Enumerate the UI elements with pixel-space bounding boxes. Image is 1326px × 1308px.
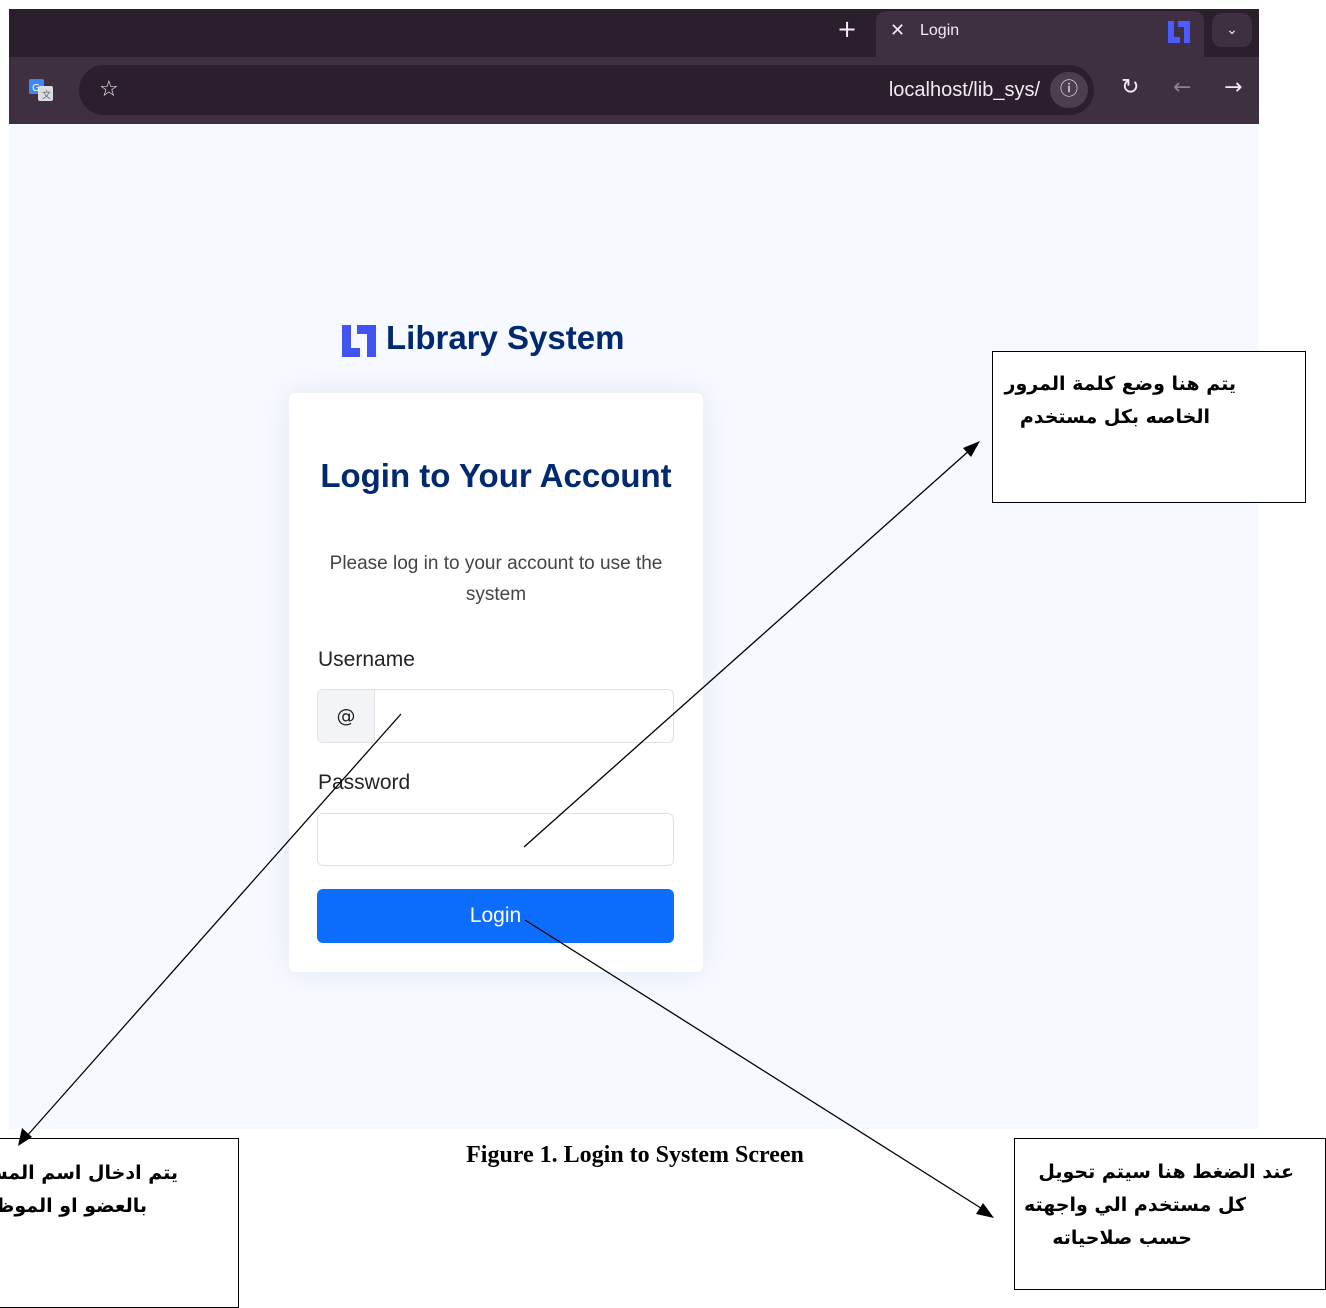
username-note-line-2: بالعضو او الموظ <box>0 1195 147 1217</box>
svg-text:文: 文 <box>42 89 51 101</box>
password-note-line-1: يتم هنا وضع كلمة المرور <box>1004 373 1236 395</box>
reload-icon[interactable]: ↻ <box>1121 73 1139 103</box>
back-arrow-icon[interactable]: ← <box>1173 73 1191 103</box>
svg-text:G: G <box>32 83 40 94</box>
password-note-line-2: الخاصه بكل مستخدم <box>1019 406 1210 428</box>
address-bar[interactable]: ☆ localhost/lib_sys/ ⓘ <box>79 65 1094 115</box>
username-label: Username <box>318 648 415 671</box>
login-note-line-1: عند الضغط هنا سيتم تحويل <box>1038 1161 1294 1183</box>
password-input[interactable] <box>317 813 674 866</box>
login-note-line-3: حسب صلاحياته <box>1052 1227 1192 1249</box>
library-logo-icon <box>342 325 376 357</box>
tab-bar: + ✕ Login ⌄ <box>9 9 1259 57</box>
tab-login[interactable]: ✕ Login <box>876 11 1204 57</box>
url-text[interactable]: localhost/lib_sys/ <box>889 77 1040 103</box>
library-favicon-icon <box>1168 21 1190 43</box>
info-icon[interactable]: ⓘ <box>1050 72 1088 108</box>
login-arrowhead <box>976 1203 994 1218</box>
new-tab-button[interactable]: + <box>835 15 859 43</box>
page-title: Login to Your Account <box>320 457 672 494</box>
tab-title: Login <box>920 22 960 39</box>
username-note-line-1: يتم ادخال اسم المس <box>0 1162 178 1184</box>
username-input-group: @ <box>317 689 674 743</box>
logo-text: Library System <box>386 319 625 356</box>
username-input[interactable] <box>375 690 671 742</box>
close-tab-icon[interactable]: ✕ <box>890 20 905 42</box>
browser-toolbar: G 文 ☆ localhost/lib_sys/ ⓘ <box>9 57 1259 124</box>
figure-caption: Figure 1. Login to System Screen <box>466 1142 804 1168</box>
page-subtitle: Please log in to your account to use the… <box>329 553 663 605</box>
star-icon[interactable]: ☆ <box>99 75 119 105</box>
translate-icon[interactable]: G 文 <box>29 79 53 101</box>
at-sign-icon: @ <box>318 690 375 742</box>
forward-arrow-icon[interactable]: → <box>1224 73 1242 103</box>
login-note-line-2: كل مستخدم الي واجهته <box>1023 1194 1246 1216</box>
tab-search-menu-button[interactable]: ⌄ <box>1212 13 1252 47</box>
password-label: Password <box>318 771 411 794</box>
login-button[interactable]: Login <box>317 889 674 943</box>
